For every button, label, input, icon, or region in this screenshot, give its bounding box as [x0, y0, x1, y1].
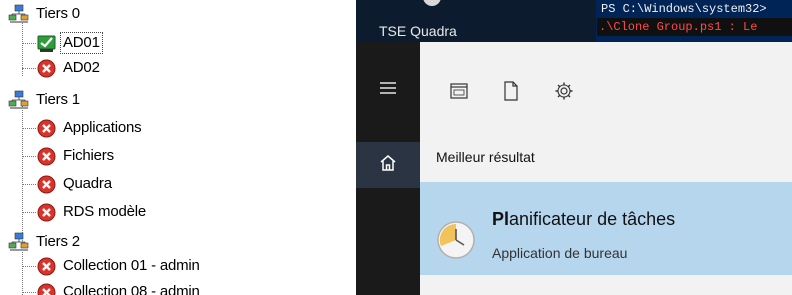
circle-button[interactable]	[423, 0, 441, 6]
vm-stopped-icon	[37, 59, 56, 78]
home-icon	[378, 153, 398, 178]
tree-item-applications[interactable]: Applications	[37, 118, 143, 138]
result-title-rest: anificateur de tâches	[509, 209, 676, 229]
tree-group-label: Tiers 2	[36, 233, 80, 250]
tree-item-label: Fichiers	[63, 147, 114, 164]
tree-item-collection-08[interactable]: Collection 08 - admin	[37, 282, 202, 295]
tree-item-label: AD01	[60, 32, 103, 54]
best-result-item[interactable]: Planificateur de tâches Application de b…	[420, 182, 792, 275]
tree-connector	[22, 292, 36, 293]
start-rail	[356, 42, 420, 295]
document-icon	[503, 80, 519, 106]
tree-item-quadra[interactable]: Quadra	[37, 174, 114, 194]
result-title: Planificateur de tâches	[492, 209, 675, 230]
home-button[interactable]	[356, 142, 420, 188]
hamburger-menu-button[interactable]	[356, 67, 420, 113]
network-group-icon	[8, 90, 30, 110]
tree-connector	[22, 43, 36, 44]
tree-connector	[22, 101, 23, 247]
powershell-error-line: .\Clone Group.ps1 : Le	[597, 18, 792, 36]
search-results-pane: Meilleur résultat Planificateur de tâche…	[420, 42, 792, 295]
tree-connector	[22, 68, 36, 69]
vm-stopped-icon	[37, 203, 56, 222]
window-header: TSE Quadra PS C:\Windows\system32> .\Clo…	[356, 0, 792, 42]
best-result-heading: Meilleur résultat	[436, 149, 535, 165]
powershell-window[interactable]: PS C:\Windows\system32> .\Clone Group.ps…	[596, 0, 792, 42]
vm-stopped-icon	[37, 257, 56, 276]
tree-item-label: Quadra	[63, 175, 112, 192]
tree-connector	[22, 156, 36, 157]
hamburger-menu-icon	[379, 81, 397, 100]
clock-icon	[436, 220, 476, 265]
tree-item-ad01[interactable]: AD01	[37, 32, 103, 54]
apps-filter-button[interactable]	[448, 82, 470, 104]
start-menu-window: TSE Quadra PS C:\Windows\system32> .\Clo…	[356, 0, 792, 295]
powershell-prompt: PS C:\Windows\system32>	[601, 2, 767, 16]
app-title: TSE Quadra	[379, 23, 457, 39]
tree-item-collection-01[interactable]: Collection 01 - admin	[37, 256, 202, 276]
tree-group-tiers-1[interactable]: Tiers 1	[8, 90, 82, 110]
tree-item-label: Collection 08 - admin	[63, 283, 200, 295]
network-group-icon	[8, 4, 30, 24]
tree-item-rds-modele[interactable]: RDS modèle	[37, 202, 148, 222]
network-group-icon	[8, 232, 30, 252]
tree-connector	[22, 184, 36, 185]
tree-item-label: RDS modèle	[63, 203, 147, 220]
vm-running-icon	[37, 34, 56, 53]
tree-connector	[22, 212, 36, 213]
vm-stopped-icon	[37, 147, 56, 166]
vm-stopped-icon	[37, 119, 56, 138]
tree-item-ad02[interactable]: AD02	[37, 58, 102, 78]
vm-stopped-icon	[37, 283, 56, 295]
gear-icon	[554, 81, 574, 106]
tree-group-label: Tiers 0	[36, 5, 80, 22]
result-subtitle: Application de bureau	[492, 245, 628, 261]
tree-item-fichiers[interactable]: Fichiers	[37, 146, 116, 166]
result-title-highlight: Pl	[492, 209, 510, 229]
settings-filter-button[interactable]	[553, 82, 575, 104]
documents-filter-button[interactable]	[500, 80, 522, 106]
tree-group-label: Tiers 1	[36, 91, 80, 108]
tree-item-label: AD02	[63, 59, 100, 76]
tree-item-label: Collection 01 - admin	[63, 257, 200, 274]
vm-stopped-icon	[37, 175, 56, 194]
tree-connector	[22, 250, 23, 295]
tree-group-tiers-0[interactable]: Tiers 0	[8, 4, 82, 24]
vm-tree-panel: Tiers 0 AD01 AD02 Tiers 1 Applications F…	[0, 0, 355, 295]
tree-connector	[22, 266, 36, 267]
tablet-app-icon	[450, 82, 468, 104]
tree-item-label: Applications	[63, 119, 142, 136]
tree-group-tiers-2[interactable]: Tiers 2	[8, 232, 82, 252]
tree-connector	[22, 128, 36, 129]
